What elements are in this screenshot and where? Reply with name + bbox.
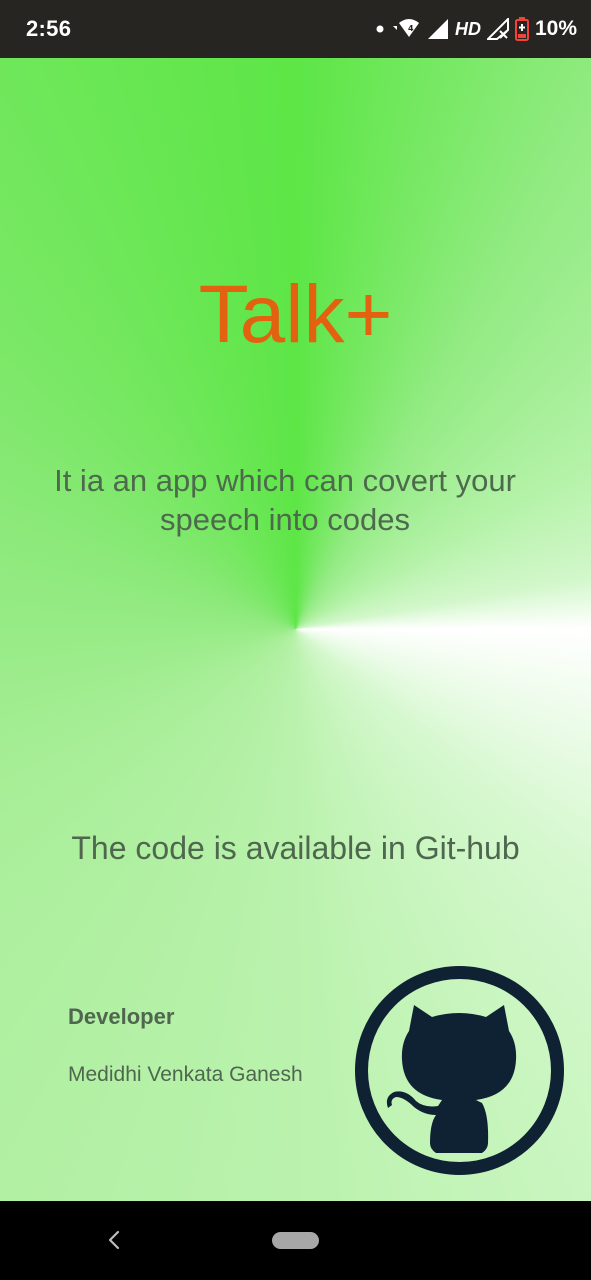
status-bar: 2:56 4 HD 10% bbox=[0, 0, 591, 58]
signal-no-service-icon bbox=[486, 18, 509, 40]
wifi-icon: 4 bbox=[391, 17, 421, 41]
developer-name: Medidhi Venkata Ganesh bbox=[68, 1063, 303, 1086]
svg-text:4: 4 bbox=[408, 24, 414, 33]
screen: 2:56 4 HD 10% Talk+ It ia an app which c… bbox=[0, 0, 591, 1280]
battery-percent: 10% bbox=[534, 17, 577, 40]
status-icons: 4 HD 10% bbox=[375, 15, 577, 43]
notification-dot-icon bbox=[375, 24, 385, 34]
network-type-label: HD bbox=[454, 18, 481, 39]
status-time: 2:56 bbox=[26, 16, 72, 41]
home-pill-icon[interactable] bbox=[272, 1232, 319, 1249]
back-icon[interactable] bbox=[104, 1229, 124, 1251]
signal-icon bbox=[427, 18, 449, 40]
app-title: Talk+ bbox=[198, 269, 393, 360]
github-octocat-icon[interactable] bbox=[354, 965, 565, 1176]
app-description: It ia an app which can covert your speec… bbox=[54, 463, 516, 537]
battery-low-icon bbox=[514, 17, 529, 41]
developer-heading: Developer bbox=[68, 1004, 175, 1029]
app-content: Talk+ It ia an app which can covert your… bbox=[0, 58, 591, 1201]
navigation-bar bbox=[0, 1201, 591, 1280]
github-availability-text: The code is available in Git-hub bbox=[71, 830, 520, 866]
